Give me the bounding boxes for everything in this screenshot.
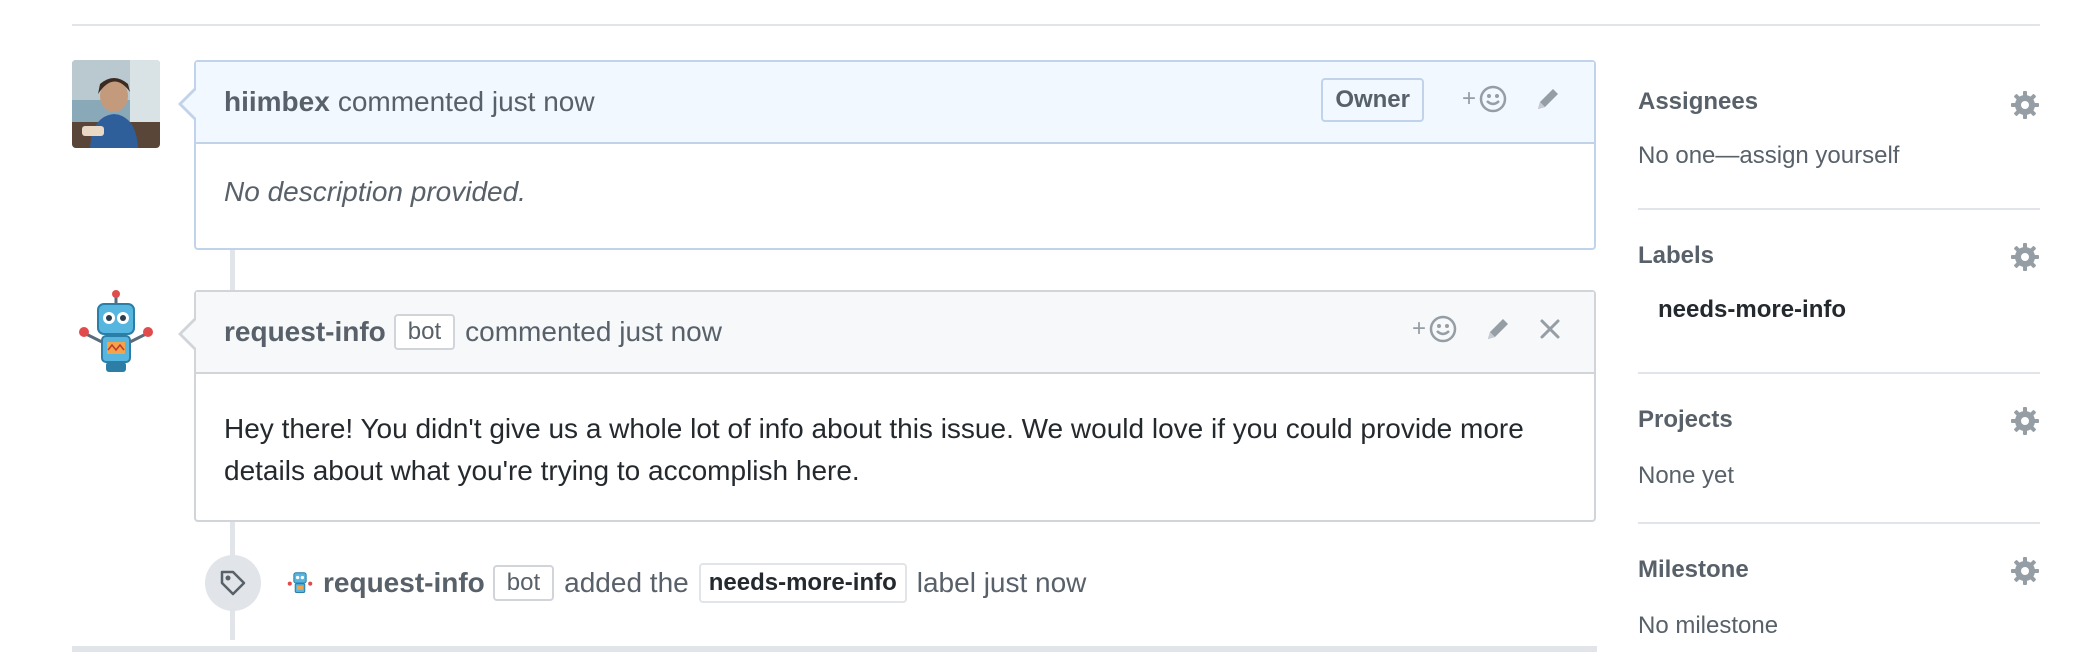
smiley-icon	[1429, 315, 1457, 343]
edit-comment-button[interactable]	[1534, 85, 1562, 113]
sidebar-milestone: Milestone No milestone	[1638, 524, 2040, 654]
event-actor[interactable]: request-info	[323, 567, 485, 599]
sidebar-title: Assignees	[1638, 88, 1759, 115]
comment-hiimbex: hiimbex commented just now Owner + No de…	[178, 60, 1596, 250]
event-text-before: added the	[564, 567, 689, 598]
assignees-settings-button[interactable]	[2010, 90, 2040, 125]
avatar-hiimbex[interactable]	[72, 60, 160, 148]
comment-actions: +	[1412, 314, 1562, 344]
pencil-icon	[1488, 319, 1508, 339]
bot-badge: bot	[393, 314, 456, 350]
avatar-photo	[72, 60, 160, 148]
event-text-after: label just now	[916, 567, 1087, 598]
owner-badge: Owner	[1321, 78, 1424, 122]
gear-icon	[2011, 243, 2039, 271]
comment-body: Hey there! You didn't give us a whole lo…	[224, 413, 1524, 486]
gear-icon	[2011, 557, 2039, 585]
label-chip[interactable]: needs-more-info	[698, 563, 907, 603]
comment-header: hiimbex commented just now Owner +	[178, 62, 1594, 144]
comment-body: No description provided.	[224, 176, 526, 207]
plus-sign: +	[1461, 85, 1476, 112]
sidebar-labels: Labels needs-more-info	[1638, 210, 2040, 374]
plus-sign: +	[1411, 315, 1426, 342]
bot-badge: bot	[492, 565, 555, 601]
comment-action: commented just now	[465, 316, 722, 347]
sidebar-title: Projects	[1638, 406, 1733, 433]
sidebar-label-needs-more-info[interactable]: needs-more-info	[1638, 296, 2040, 324]
robot-icon[interactable]	[285, 568, 315, 598]
add-reaction-button[interactable]: +	[1412, 314, 1458, 344]
milestone-value: No milestone	[1638, 612, 1779, 639]
comment-author[interactable]: request-info	[224, 316, 386, 348]
sidebar-title: Milestone	[1638, 556, 1749, 583]
comment-author[interactable]: hiimbex	[224, 86, 330, 118]
sidebar-assignees: Assignees No one—assign yourself	[1638, 60, 2040, 210]
label-event: request-info bot added the needs-more-in…	[205, 555, 1086, 611]
avatar-request-info-bot[interactable]	[72, 290, 160, 378]
gear-icon	[2011, 91, 2039, 119]
close-icon	[1540, 319, 1560, 339]
robot-icon	[79, 290, 153, 372]
comment-actions: +	[1462, 84, 1562, 114]
sidebar-title: Labels	[1638, 242, 1715, 269]
edit-comment-button[interactable]	[1484, 315, 1512, 343]
comment-header: request-info bot commented just now +	[178, 292, 1594, 374]
projects-settings-button[interactable]	[2010, 406, 2040, 441]
projects-value: None yet	[1638, 462, 1735, 489]
sidebar: Assignees No one—assign yourself Labels	[1638, 60, 2040, 654]
comment-action: commented just now	[337, 86, 595, 117]
tag-icon	[220, 570, 246, 596]
labels-settings-button[interactable]	[2010, 242, 2040, 277]
sidebar-projects: Projects None yet	[1638, 374, 2040, 524]
delete-comment-button[interactable]	[1538, 317, 1562, 341]
smiley-icon	[1479, 85, 1507, 113]
add-reaction-button[interactable]: +	[1462, 84, 1508, 114]
top-divider	[72, 24, 2040, 26]
milestone-settings-button[interactable]	[2010, 556, 2040, 591]
bottom-divider	[72, 646, 1597, 652]
gear-icon	[2011, 407, 2039, 435]
comment-request-info: request-info bot commented just now + He…	[178, 290, 1596, 522]
pencil-icon	[1538, 89, 1558, 109]
assign-yourself-link[interactable]: No one—assign yourself	[1638, 142, 2040, 170]
event-badge	[205, 555, 261, 611]
